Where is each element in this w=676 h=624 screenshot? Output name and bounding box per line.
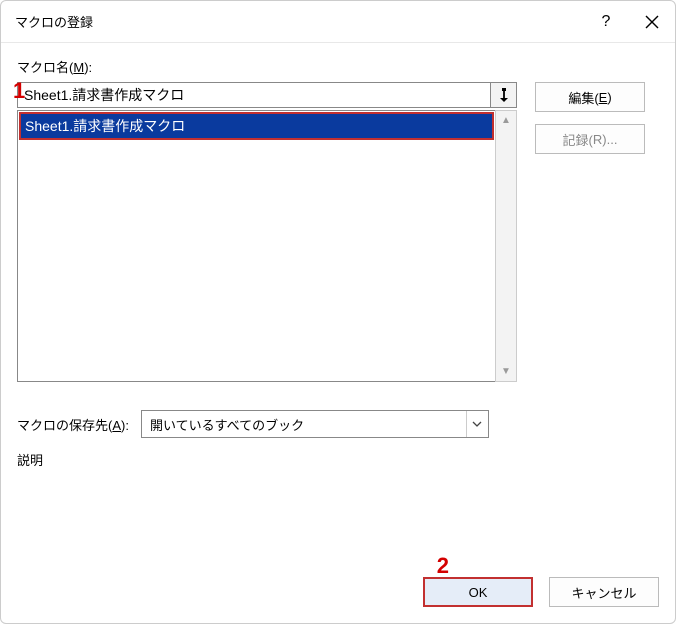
macroname-input[interactable] <box>17 82 491 108</box>
select-value: 開いているすべてのブック <box>142 415 466 434</box>
label-text: マクロの保存先( <box>17 418 112 433</box>
macrolist-wrap: Sheet1.請求書作成マクロ ▲ ▼ <box>17 110 517 382</box>
record-button[interactable]: 記録(R)... <box>535 124 645 154</box>
footer: 2 OK キャンセル <box>17 577 659 607</box>
cancel-button[interactable]: キャンセル <box>549 577 659 607</box>
annotation-2: 2 <box>437 553 449 579</box>
dialog-title: マクロの登録 <box>15 12 583 31</box>
macroname-label: マクロ名(M): <box>17 57 659 76</box>
saveloc-select[interactable]: 開いているすべてのブック <box>141 410 489 438</box>
left-column: 1 Sheet1.請求書作成マクロ ▲ ▼ <box>17 82 517 382</box>
label-key: A <box>112 418 121 433</box>
scroll-down-icon: ▼ <box>501 366 511 377</box>
annotation-1: 1 <box>13 78 25 104</box>
list-item[interactable]: Sheet1.請求書作成マクロ <box>19 112 494 140</box>
chevron-down-icon <box>472 421 482 427</box>
collapse-dialog-button[interactable] <box>491 82 517 108</box>
label-text: マクロ名( <box>17 60 73 75</box>
btn-text: 記録( <box>563 130 593 149</box>
collapse-icon <box>498 88 510 102</box>
dialog-content: マクロ名(M): 1 Sheet1.請求書作成マクロ ▲ ▼ <box>1 43 675 623</box>
label-text: ): <box>121 418 129 433</box>
ok-button[interactable]: OK <box>423 577 533 607</box>
edit-button[interactable]: 編集(E) <box>535 82 645 112</box>
close-button[interactable] <box>629 1 675 43</box>
saveloc-label: マクロの保存先(A): <box>17 415 129 434</box>
help-button[interactable]: ? <box>583 1 629 43</box>
btn-text: )... <box>602 132 617 147</box>
macroname-input-wrap <box>17 82 517 108</box>
select-chevron-button[interactable] <box>466 411 488 437</box>
label-text: ): <box>84 60 92 75</box>
help-icon: ? <box>602 13 611 31</box>
input-row: 1 Sheet1.請求書作成マクロ ▲ ▼ <box>17 82 659 382</box>
saveloc-row: マクロの保存先(A): 開いているすべてのブック <box>17 410 659 438</box>
scroll-up-icon: ▲ <box>501 115 511 126</box>
right-column: 編集(E) 記録(R)... <box>535 82 645 154</box>
assign-macro-dialog: マクロの登録 ? マクロ名(M): 1 Sheet1 <box>0 0 676 624</box>
btn-key: R <box>593 132 602 147</box>
macro-listbox[interactable]: Sheet1.請求書作成マクロ <box>17 110 495 382</box>
scrollbar[interactable]: ▲ ▼ <box>495 110 517 382</box>
btn-text: 編集( <box>568 88 598 107</box>
btn-key: E <box>599 90 608 105</box>
close-icon <box>645 15 659 29</box>
label-key: M <box>73 60 84 75</box>
titlebar: マクロの登録 ? <box>1 1 675 43</box>
btn-text: ) <box>607 90 611 105</box>
description-label: 説明 <box>17 450 659 469</box>
